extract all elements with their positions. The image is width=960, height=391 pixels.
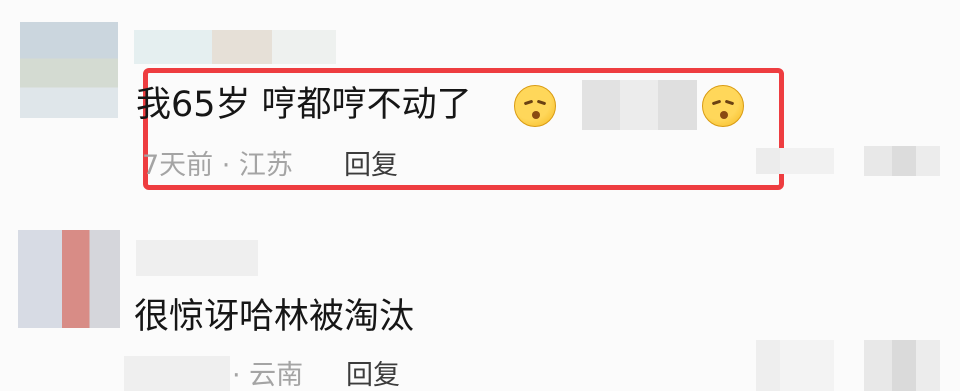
mosaic-block [124,356,230,391]
mosaic-block [780,340,834,391]
avatar[interactable] [18,230,120,328]
username-placeholder [272,30,336,64]
mosaic-block [916,340,940,391]
reply-button[interactable]: 回复 [344,146,398,186]
mosaic-block [892,146,916,176]
mosaic-block [864,340,892,391]
mosaic-block [582,80,697,130]
mosaic-block [864,146,892,176]
comment-text: 我65岁 哼都哼不动了 [136,85,472,125]
username-placeholder [136,240,258,276]
mosaic-block [756,148,780,174]
username-placeholder [212,30,272,64]
emoji-icon [702,85,744,127]
reply-button[interactable]: 回复 [346,356,400,391]
comment-text: 很惊讶哈林被淘汰 [134,297,415,337]
mosaic-block [916,146,940,176]
mosaic-block [780,148,834,174]
avatar[interactable] [20,22,118,118]
comment-meta: 7天前 · 江苏 [142,150,293,181]
comment-meta: · 云南 [232,360,304,391]
mosaic-block [892,340,916,391]
comment-list: 我65岁 哼都哼不动了 7天前 · 江苏 回复 很惊讶哈林被淘汰 · 云南 回复 [0,0,960,391]
username-placeholder [134,30,212,64]
mosaic-block [756,340,780,391]
emoji-icon [514,85,556,127]
